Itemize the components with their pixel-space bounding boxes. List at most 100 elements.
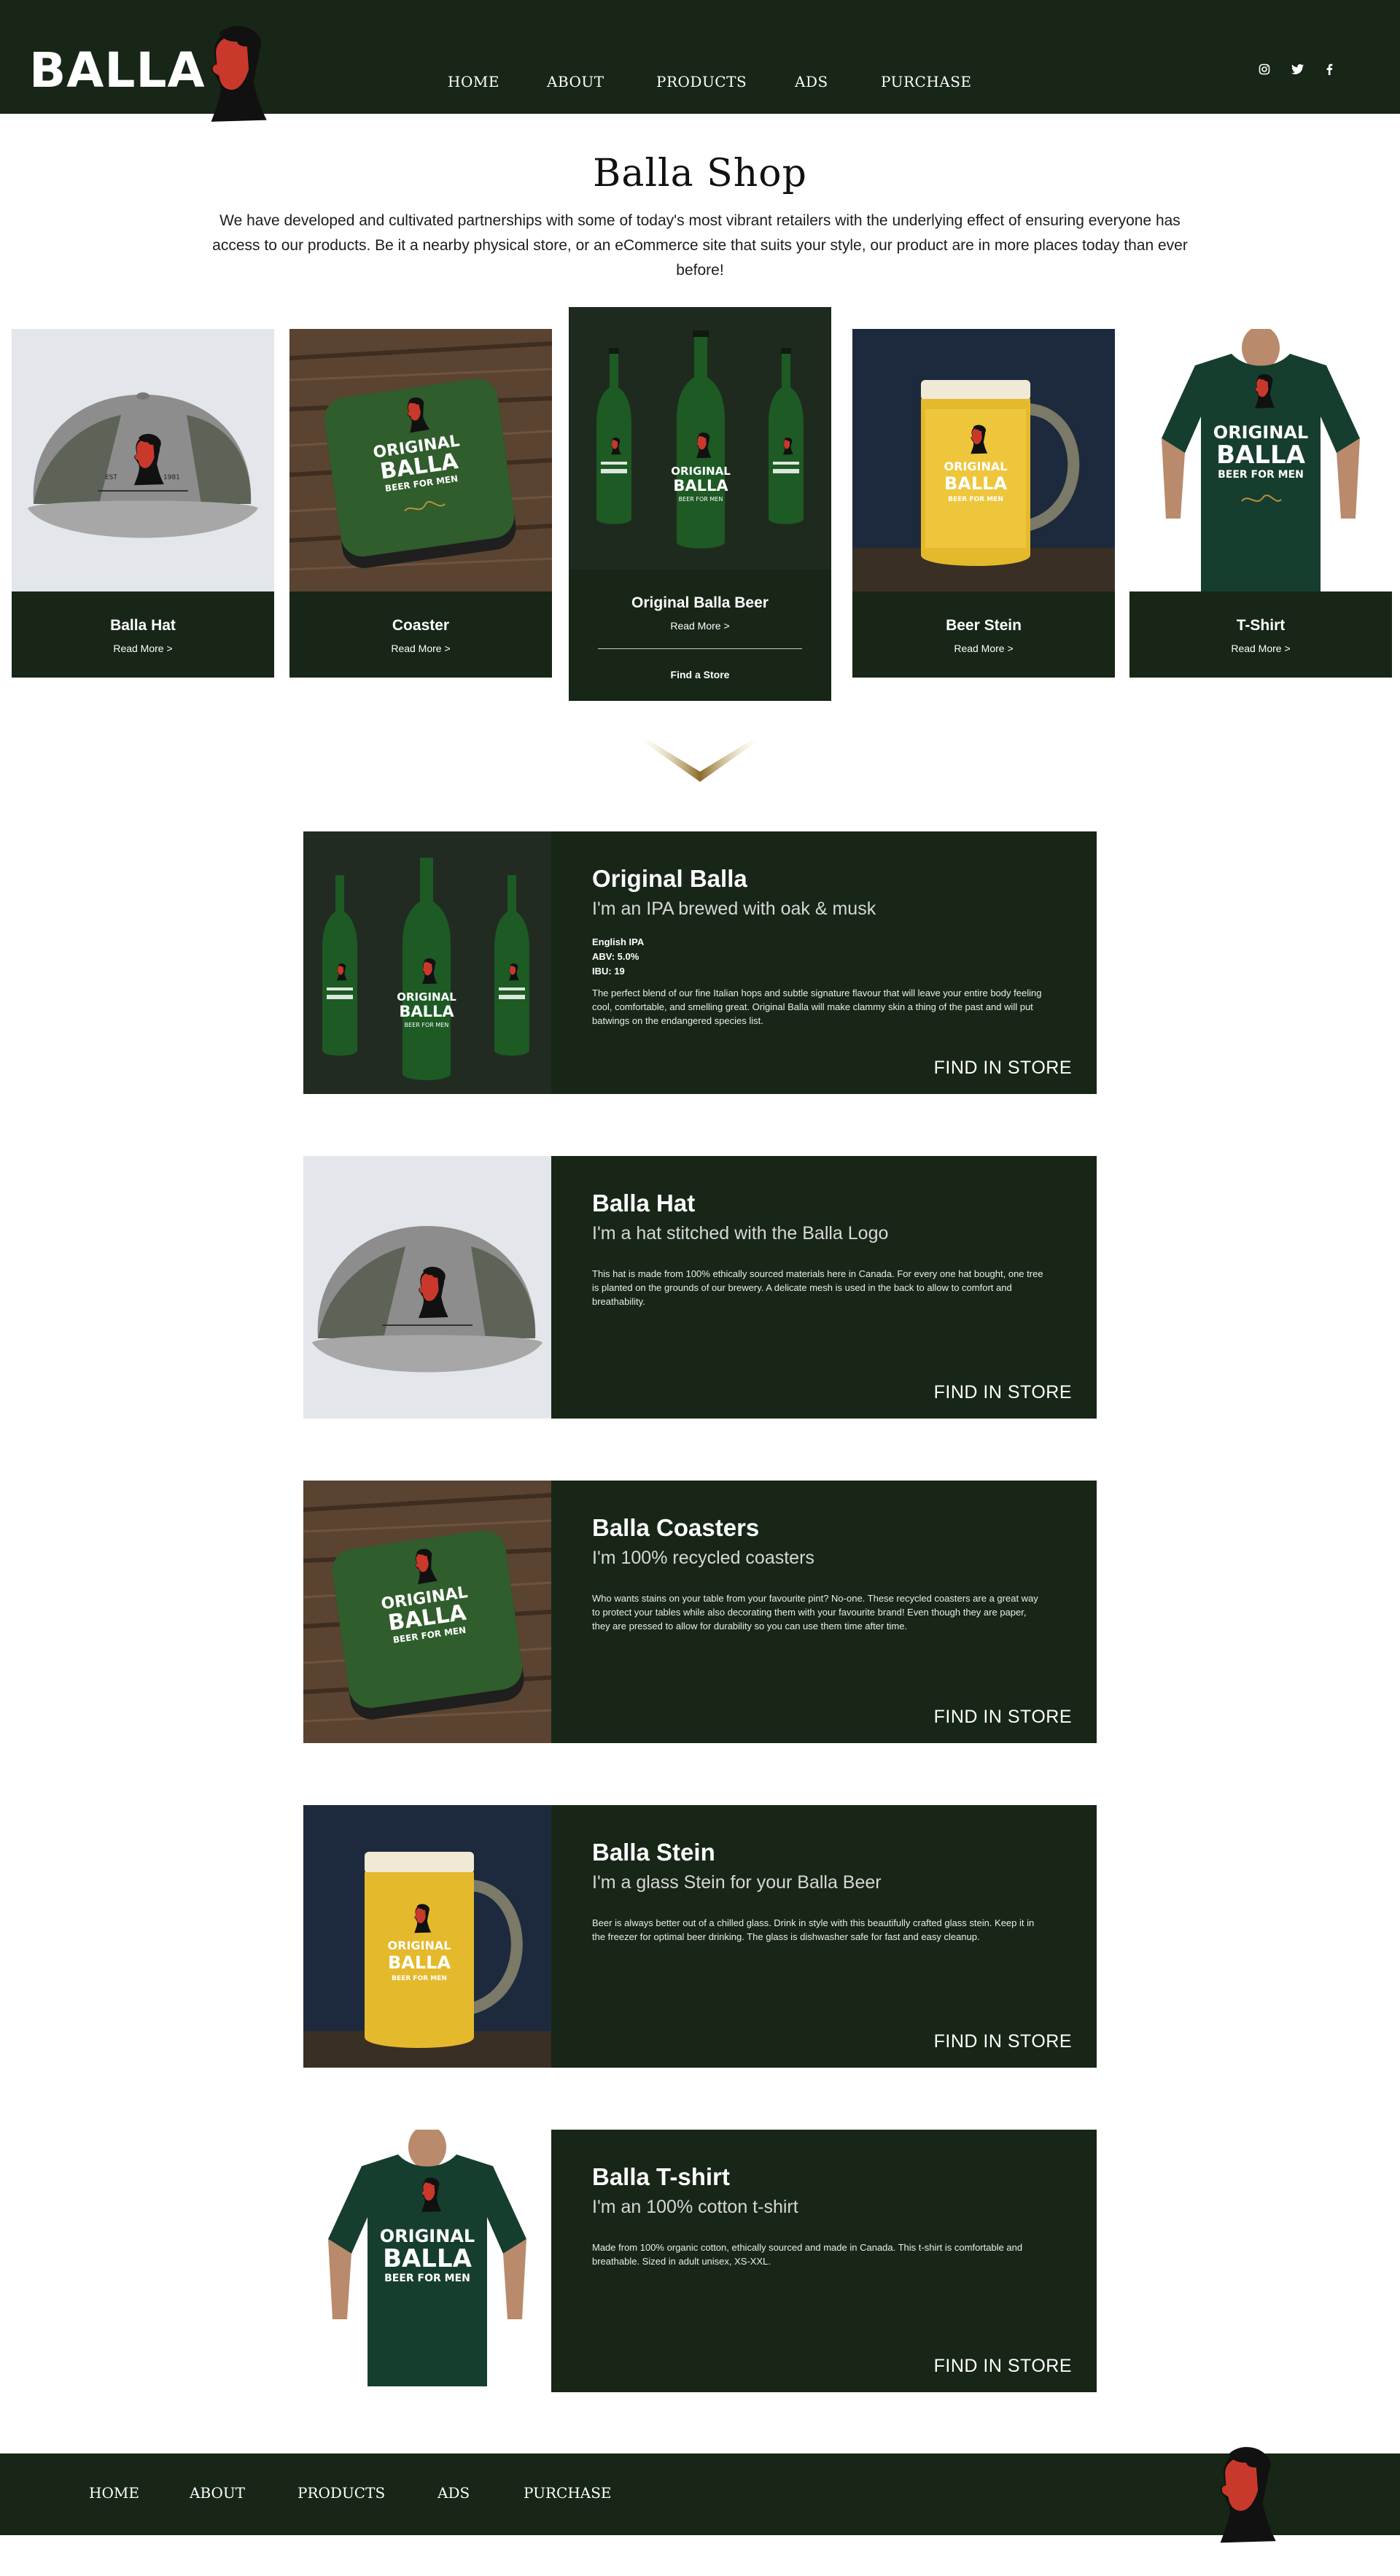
detail-panel: Balla Stein I'm a glass Stein for your B… [551,1805,1097,2068]
bottle-balla-text: BALLA [673,477,728,494]
detail-balla-hat: Balla Hat I'm a hat stitched with the Ba… [303,1156,1097,1419]
product-card-tshirt[interactable]: ORIGINAL BALLA BEER FOR MEN T-Shirt Read… [1129,329,1392,678]
detail-description: Who wants stains on your table from your… [592,1593,1038,1632]
card-title: Balla Hat [110,617,176,634]
detail-specs: English IPA ABV: 5.0% IBU: 19 [592,935,644,979]
logo-face-icon [187,6,268,144]
detail-balla-coasters: ORIGINAL BALLA BEER FOR MEN Balla Coaste… [303,1481,1097,1743]
instagram-icon[interactable] [1256,61,1272,77]
footer-nav-products[interactable]: PRODUCTS [298,2484,385,2502]
detail-title: Original Balla [592,865,747,892]
stein-balla-text: BALLA [944,473,1007,494]
detail-description: The perfect blend of our fine Italian ho… [592,988,1042,1026]
product-card-stein[interactable]: ORIGINAL BALLA BEER FOR MEN Beer Stein R… [852,329,1115,678]
tshirt-photo: ORIGINAL BALLA BEER FOR MEN [303,2130,551,2392]
card-title: Beer Stein [946,617,1022,634]
hat-image: EST 1981 [12,329,274,591]
detail-title: Balla Stein [592,1839,715,1866]
tshirt-original-text: ORIGINAL [1213,422,1308,443]
detail-balla-tshirt: ORIGINAL BALLA BEER FOR MEN Balla T-shir… [303,2130,1097,2392]
beer-stein-image: ORIGINAL BALLA BEER FOR MEN [852,329,1115,591]
nav-home[interactable]: HOME [448,73,499,90]
card-divider [598,648,802,649]
photo-balla-text: BALLA [383,2244,472,2273]
stein-tag-text: BEER FOR MEN [948,496,1003,503]
hat-photo [303,1156,551,1419]
brand-logo-text[interactable]: BALLA [29,47,206,95]
find-in-store-button[interactable]: FIND IN STORE [934,2031,1072,2052]
spec-style: English IPA [592,936,645,947]
detail-original-balla: ORIGINAL BALLA BEER FOR MEN Original Bal… [303,831,1097,1094]
detail-panel: Balla Hat I'm a hat stitched with the Ba… [551,1156,1097,1419]
find-in-store-button[interactable]: FIND IN STORE [934,1707,1072,1728]
detail-description: Made from 100% organic cotton, ethically… [592,2242,1023,2267]
nav-about[interactable]: ABOUT [547,73,604,90]
detail-panel: Balla Coasters I'm 100% recycled coaster… [551,1481,1097,1743]
chevron-down-icon[interactable] [640,737,760,785]
detail-title: Balla Hat [592,1190,696,1217]
detail-title: Balla T-shirt [592,2163,730,2190]
photo-tag-text: BEER FOR MEN [405,1022,449,1028]
read-more-link[interactable]: Read More > [569,620,831,632]
product-card-coaster[interactable]: ORIGINAL BALLA BEER FOR MEN Coaster Read… [289,329,552,678]
photo-tag-text: BEER FOR MEN [392,1975,447,1982]
facebook-icon[interactable] [1321,61,1337,77]
detail-panel: Original Balla I'm an IPA brewed with oa… [551,831,1097,1094]
tshirt-image: ORIGINAL BALLA BEER FOR MEN [1129,329,1392,591]
nav-purchase[interactable]: PURCHASE [881,73,972,90]
tshirt-tag-text: BEER FOR MEN [1218,469,1304,481]
detail-subtitle: I'm a hat stitched with the Balla Logo [592,1223,889,1244]
read-more-link[interactable]: Read More > [289,643,552,654]
photo-balla-text: BALLA [399,1003,454,1020]
detail-description: Beer is always better out of a chilled g… [592,1917,1035,1942]
bottle-original-text: ORIGINAL [671,465,731,478]
detail-subtitle: I'm an 100% cotton t-shirt [592,2197,798,2217]
read-more-link[interactable]: Read More > [852,643,1115,654]
detail-balla-stein: ORIGINAL BALLA BEER FOR MEN Balla Stein … [303,1805,1097,2068]
photo-original-text: ORIGINAL [388,1939,451,1952]
detail-description: This hat is made from 100% ethically sou… [592,1268,1043,1307]
coaster-image: ORIGINAL BALLA BEER FOR MEN [289,329,552,591]
detail-title: Balla Coasters [592,1514,760,1541]
product-card-hat[interactable]: EST 1981 Balla Hat Read More > [12,329,274,678]
read-more-link[interactable]: Read More > [12,643,274,654]
photo-original-text: ORIGINAL [397,990,456,1004]
read-more-link[interactable]: Read More > [1129,643,1392,654]
card-title: Coaster [392,617,450,634]
footer-nav-about[interactable]: ABOUT [190,2484,245,2502]
hat-year-label: 1981 [163,474,180,481]
photo-original-text: ORIGINAL [380,2226,475,2246]
detail-subtitle: I'm 100% recycled coasters [592,1548,814,1568]
page-title: Balla Shop [593,152,807,195]
twitter-icon[interactable] [1290,61,1306,77]
tshirt-balla-text: BALLA [1216,441,1306,470]
find-in-store-button[interactable]: FIND IN STORE [934,1058,1072,1079]
find-a-store-link[interactable]: Find a Store [569,669,831,680]
product-card-beer[interactable]: ORIGINAL BALLA BEER FOR MEN Original Bal… [569,307,831,701]
footer-nav-purchase[interactable]: PURCHASE [524,2484,612,2502]
beer-bottles-photo: ORIGINAL BALLA BEER FOR MEN [303,831,551,1094]
footer-nav-ads[interactable]: ADS [438,2484,470,2502]
stein-original-text: ORIGINAL [944,459,1008,473]
footer-nav-home[interactable]: HOME [89,2484,139,2502]
spec-abv: ABV: 5.0% [592,951,639,962]
stein-photo: ORIGINAL BALLA BEER FOR MEN [303,1805,551,2068]
shop-intro-text: We have developed and cultivated partner… [212,212,1188,279]
detail-subtitle: I'm a glass Stein for your Balla Beer [592,1872,882,1893]
find-in-store-button[interactable]: FIND IN STORE [934,1382,1072,1403]
hat-est-label: EST [105,474,117,481]
detail-subtitle: I'm an IPA brewed with oak & musk [592,899,876,919]
nav-products[interactable]: PRODUCTS [656,73,747,90]
card-title: T-Shirt [1236,617,1286,634]
detail-panel: Balla T-shirt I'm an 100% cotton t-shirt… [551,2130,1097,2392]
nav-ads[interactable]: ADS [795,73,828,90]
beer-bottles-image: ORIGINAL BALLA BEER FOR MEN [569,307,831,570]
spec-ibu: IBU: 19 [592,966,625,977]
coaster-photo: ORIGINAL BALLA BEER FOR MEN [303,1481,551,1743]
photo-tag-text: BEER FOR MEN [384,2273,470,2284]
footer-logo-face-icon [1196,2425,1278,2567]
site-footer: HOME ABOUT PRODUCTS ADS PURCHASE [0,2453,1400,2535]
bottle-tag-text: BEER FOR MEN [679,496,723,503]
find-in-store-button[interactable]: FIND IN STORE [934,2356,1072,2377]
card-title: Original Balla Beer [631,594,769,611]
